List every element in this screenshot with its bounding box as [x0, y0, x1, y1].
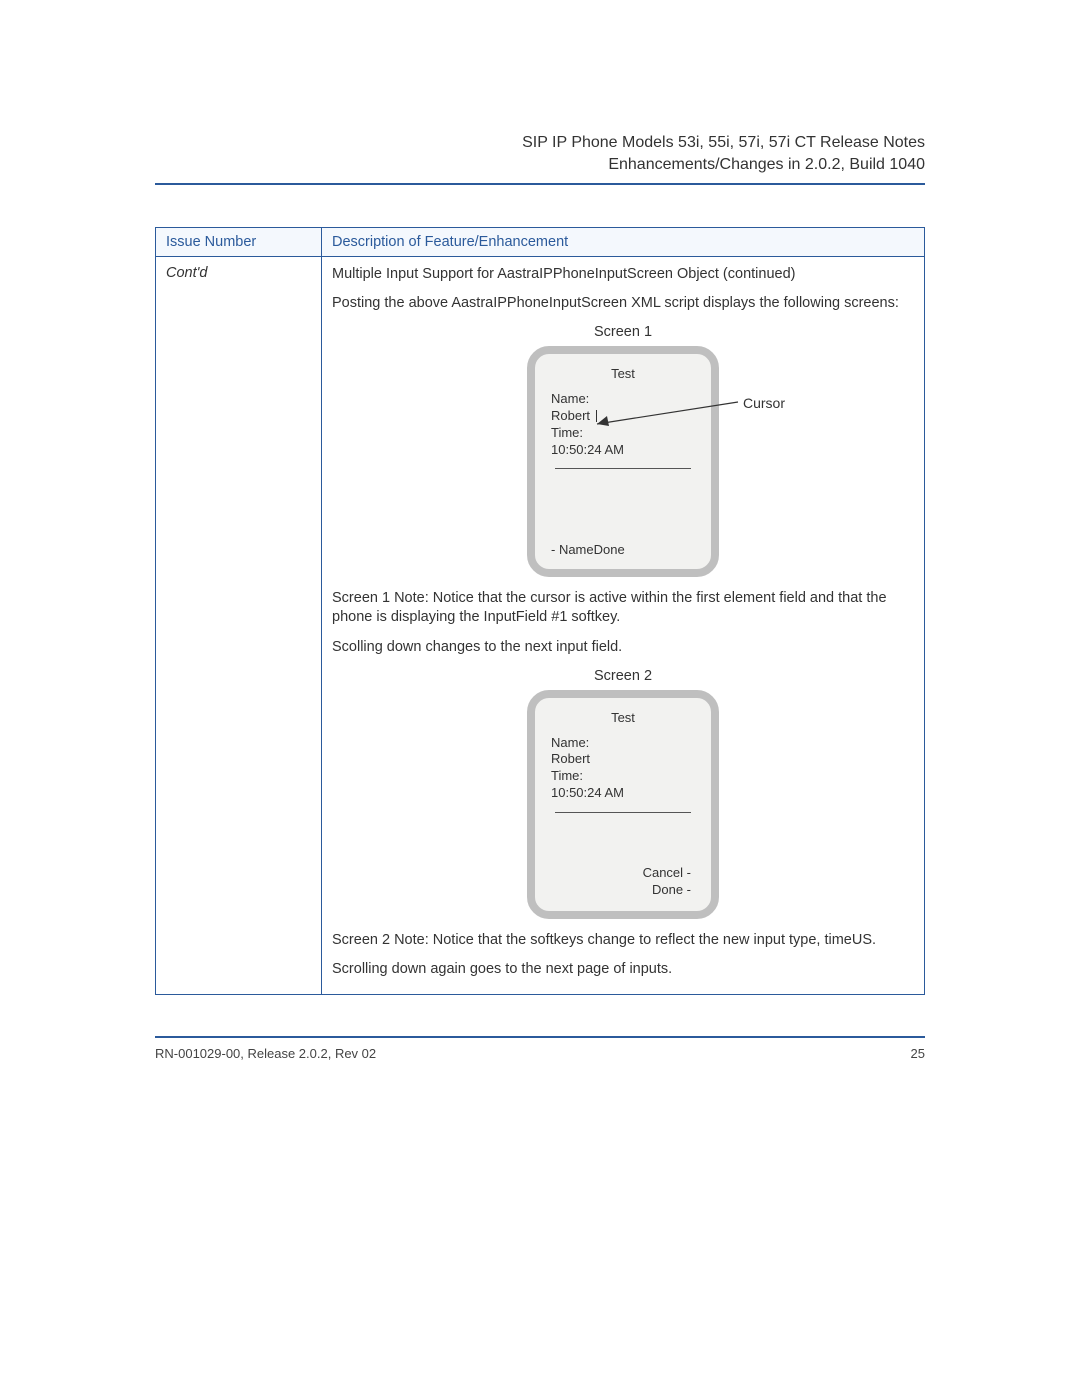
- screen1-note: Screen 1 Note: Notice that the cursor is…: [332, 589, 914, 628]
- phone1-divider: [555, 468, 691, 469]
- header-title-1: SIP IP Phone Models 53i, 55i, 57i, 57i C…: [155, 132, 925, 154]
- phone1-time-label: Time:: [551, 425, 695, 442]
- phone-2: Test Name: Robert Time: 10:50:24 AM Canc…: [527, 690, 719, 919]
- th-description: Description of Feature/Enhancement: [322, 227, 925, 256]
- screen2-label: Screen 2: [332, 668, 914, 684]
- phone2-time-label: Time:: [551, 768, 695, 785]
- phone2-time-value: 10:50:24 AM: [551, 785, 695, 802]
- header-title-2: Enhancements/Changes in 2.0.2, Build 104…: [155, 154, 925, 176]
- screen2-figure: Test Name: Robert Time: 10:50:24 AM Canc…: [332, 690, 914, 919]
- para-posting: Posting the above AastraIPPhoneInputScre…: [332, 294, 914, 314]
- feature-table: Issue Number Description of Feature/Enha…: [155, 227, 925, 995]
- footer-left: RN-001029-00, Release 2.0.2, Rev 02: [155, 1046, 376, 1061]
- row-title: Multiple Input Support for AastraIPPhone…: [332, 265, 914, 285]
- phone2-name-label: Name:: [551, 735, 695, 752]
- last-para: Scrolling down again goes to the next pa…: [332, 960, 914, 980]
- cursor-label: Cursor: [743, 395, 785, 411]
- phone1-time-value: 10:50:24 AM: [551, 442, 695, 459]
- page-header: SIP IP Phone Models 53i, 55i, 57i, 57i C…: [155, 132, 925, 177]
- phone2-title: Test: [541, 710, 705, 725]
- phone-1: Test Name: Robert Time: 10:50:24 AM - Na…: [527, 346, 719, 577]
- th-issue-number: Issue Number: [156, 227, 322, 256]
- footer-rule: [155, 1036, 925, 1038]
- phone1-name-value: Robert: [551, 408, 695, 425]
- screen2-note: Screen 2 Note: Notice that the softkeys …: [332, 931, 914, 951]
- header-rule: [155, 183, 925, 185]
- screen1-label: Screen 1: [332, 324, 914, 340]
- phone1-name-label: Name:: [551, 391, 695, 408]
- phone1-title: Test: [541, 366, 705, 381]
- screen1-figure: Test Name: Robert Time: 10:50:24 AM - Na…: [332, 346, 914, 577]
- phone2-softkey-cancel: Cancel -: [643, 865, 691, 882]
- text-cursor-icon: [596, 410, 597, 422]
- cell-description: Multiple Input Support for AastraIPPhone…: [322, 256, 925, 994]
- phone1-softkey-left: - NameDone: [551, 542, 625, 557]
- cell-issue-number: Cont'd: [156, 256, 322, 994]
- footer-page-number: 25: [911, 1046, 925, 1061]
- phone2-name-value: Robert: [551, 751, 695, 768]
- phone2-divider: [555, 812, 691, 813]
- phone2-softkeys-right: Cancel - Done -: [643, 865, 691, 899]
- phone2-softkey-done: Done -: [643, 882, 691, 899]
- scolling-para: Scolling down changes to the next input …: [332, 638, 914, 658]
- page-footer: RN-001029-00, Release 2.0.2, Rev 02 25: [155, 1046, 925, 1061]
